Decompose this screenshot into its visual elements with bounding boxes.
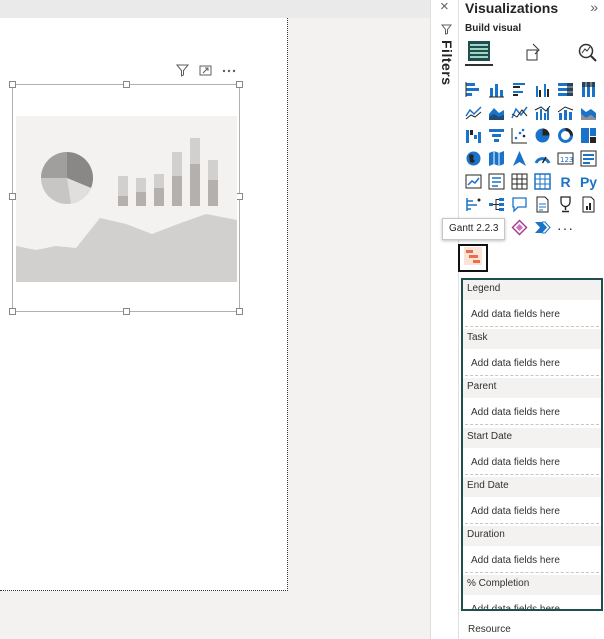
field-well-label: Legend xyxy=(463,280,601,300)
field-well-duration: Duration Add data fields here xyxy=(463,525,601,575)
multi-row-card-icon[interactable] xyxy=(577,147,600,170)
stacked-bar-chart-icon[interactable] xyxy=(462,78,485,101)
slicer-icon[interactable] xyxy=(485,170,508,193)
card-icon[interactable]: 123 xyxy=(554,147,577,170)
table-icon[interactable] xyxy=(508,170,531,193)
field-wells: Legend Add data fields here Task Add dat… xyxy=(461,278,603,611)
pie-chart-icon[interactable] xyxy=(531,124,554,147)
build-visual-label: Build visual xyxy=(465,23,522,34)
resize-handle[interactable] xyxy=(9,81,16,88)
task-drop-zone[interactable]: Add data fields here xyxy=(465,351,599,377)
collapse-pane-icon[interactable]: » xyxy=(590,0,598,15)
duration-drop-zone[interactable]: Add data fields here xyxy=(465,547,599,573)
line-clustered-column-chart-icon[interactable] xyxy=(531,101,554,124)
100-percent-column-chart-icon[interactable] xyxy=(577,78,600,101)
azure-map-icon[interactable] xyxy=(508,147,531,170)
visual-header xyxy=(175,64,236,80)
matrix-icon[interactable] xyxy=(531,170,554,193)
field-well-completion: % Completion Add data fields here xyxy=(463,575,601,609)
field-well-end-date: End Date Add data fields here xyxy=(463,476,601,526)
parent-drop-zone[interactable]: Add data fields here xyxy=(465,400,599,426)
gantt-icon xyxy=(463,246,483,271)
field-well-parent: Parent Add data fields here xyxy=(463,378,601,427)
empty-slot xyxy=(577,216,600,239)
visual-placeholder-image xyxy=(16,116,237,282)
paginated-report-icon[interactable] xyxy=(577,193,600,216)
close-icon[interactable]: × xyxy=(440,0,449,15)
more-visuals-icon[interactable]: ··· xyxy=(554,216,577,239)
analytics-icon[interactable] xyxy=(573,38,601,66)
resize-handle[interactable] xyxy=(123,81,130,88)
pane-title: Visualizations xyxy=(465,0,559,16)
power-apps-icon[interactable] xyxy=(508,216,531,239)
treemap-icon[interactable] xyxy=(577,124,600,147)
filters-pane-collapsed[interactable]: × Filters xyxy=(430,0,458,639)
more-options-icon[interactable] xyxy=(222,64,236,80)
visual-gallery: 123 R Py ··· xyxy=(462,78,602,239)
waterfall-chart-icon[interactable] xyxy=(462,124,485,147)
donut-chart-icon[interactable] xyxy=(554,124,577,147)
stacked-area-chart-icon[interactable] xyxy=(508,101,531,124)
field-well-start-date: Start Date Add data fields here xyxy=(463,427,601,477)
resize-handle[interactable] xyxy=(236,193,243,200)
gantt-visual-button[interactable] xyxy=(458,244,488,272)
scatter-chart-icon[interactable] xyxy=(508,124,531,147)
build-visual-tabs xyxy=(465,38,601,68)
filter-icon xyxy=(440,24,453,38)
stacked-column-chart-icon[interactable] xyxy=(485,78,508,101)
resize-handle[interactable] xyxy=(9,193,16,200)
start-date-drop-zone[interactable]: Add data fields here xyxy=(465,449,599,475)
field-well-legend: Legend Add data fields here xyxy=(463,280,601,329)
resize-handle[interactable] xyxy=(123,308,130,315)
format-visual-icon[interactable] xyxy=(519,38,547,66)
focus-mode-icon[interactable] xyxy=(199,64,212,80)
field-well-label: % Completion xyxy=(463,575,601,596)
r-script-visual-icon[interactable]: R xyxy=(554,170,577,193)
clustered-bar-chart-icon[interactable] xyxy=(508,78,531,101)
field-well-label: Duration xyxy=(463,525,601,546)
field-well-label: Start Date xyxy=(463,427,601,448)
field-well-label-resource: Resource xyxy=(468,624,511,635)
field-well-label: End Date xyxy=(463,476,601,497)
legend-drop-zone[interactable]: Add data fields here xyxy=(465,302,599,327)
ribbon-chart-icon[interactable] xyxy=(577,101,600,124)
resize-handle[interactable] xyxy=(236,308,243,315)
report-canvas xyxy=(0,0,430,639)
field-well-label: Parent xyxy=(463,378,601,399)
python-visual-icon[interactable]: Py xyxy=(577,170,600,193)
field-well-task: Task Add data fields here xyxy=(463,329,601,378)
funnel-chart-icon[interactable] xyxy=(485,124,508,147)
qna-icon[interactable] xyxy=(508,193,531,216)
filters-label[interactable]: Filters xyxy=(439,40,455,86)
svg-text:123: 123 xyxy=(560,156,573,164)
kpi-icon[interactable] xyxy=(462,170,485,193)
build-visual-icon[interactable] xyxy=(465,38,493,66)
key-influencers-icon[interactable] xyxy=(462,193,485,216)
resize-handle[interactable] xyxy=(9,308,16,315)
canvas-top-strip xyxy=(0,0,430,18)
line-stacked-column-chart-icon[interactable] xyxy=(554,101,577,124)
100-percent-bar-chart-icon[interactable] xyxy=(554,78,577,101)
clustered-column-chart-icon[interactable] xyxy=(531,78,554,101)
gantt-tooltip: Gantt 2.2.3 xyxy=(442,218,506,240)
completion-drop-zone[interactable]: Add data fields here xyxy=(465,597,599,609)
field-well-label: Task xyxy=(463,329,601,350)
end-date-drop-zone[interactable]: Add data fields here xyxy=(465,498,599,524)
area-chart-icon[interactable] xyxy=(485,101,508,124)
resize-handle[interactable] xyxy=(236,81,243,88)
filled-map-icon[interactable] xyxy=(485,147,508,170)
power-automate-icon[interactable] xyxy=(531,216,554,239)
map-icon[interactable] xyxy=(462,147,485,170)
line-chart-icon[interactable] xyxy=(462,101,485,124)
filter-icon[interactable] xyxy=(175,64,190,80)
gauge-icon[interactable] xyxy=(531,147,554,170)
smart-narrative-icon[interactable] xyxy=(531,193,554,216)
decomposition-tree-icon[interactable] xyxy=(485,193,508,216)
goals-icon[interactable] xyxy=(554,193,577,216)
